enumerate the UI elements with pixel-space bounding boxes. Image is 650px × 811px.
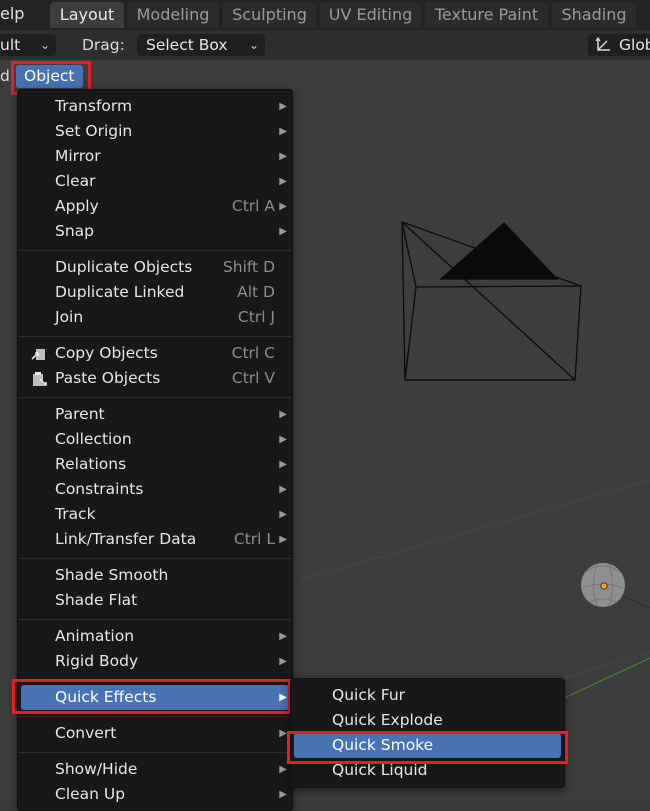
submenu-arrow-icon: ▶ xyxy=(279,101,287,112)
menu-item-rigid-body[interactable]: Rigid Body ▶ xyxy=(21,649,289,674)
drag-label: Drag: xyxy=(82,36,125,54)
menu-item-constraints[interactable]: Constraints ▶ xyxy=(21,477,289,502)
submenu-arrow-icon: ▶ xyxy=(279,151,287,162)
chevron-down-icon: ⌄ xyxy=(248,38,259,52)
tab-layout[interactable]: Layout xyxy=(50,2,124,28)
menu-item-clean-up[interactable]: Clean Up ▶ xyxy=(21,782,289,807)
submenu-arrow-icon: ▶ xyxy=(279,692,287,703)
menu-separator xyxy=(18,752,292,753)
paste-objects-icon xyxy=(33,372,47,386)
menu-item-transform[interactable]: Transform ▶ xyxy=(21,94,289,119)
menu-item-duplicate-objects[interactable]: Duplicate Objects Shift D xyxy=(21,255,289,280)
menu-separator xyxy=(18,716,292,717)
menu-item-join[interactable]: Join Ctrl J xyxy=(21,305,289,330)
menu-separator xyxy=(18,397,292,398)
menu-item-animation[interactable]: Animation ▶ xyxy=(21,624,289,649)
camera-object[interactable] xyxy=(401,221,582,381)
transform-orientation-dropdown[interactable]: Glob xyxy=(588,34,650,56)
copy-objects-icon xyxy=(31,349,45,360)
submenu-arrow-icon: ▶ xyxy=(279,409,287,420)
submenu-arrow-icon: ▶ xyxy=(279,631,287,642)
menu-item-paste-objects[interactable]: Paste Objects Ctrl V xyxy=(21,366,289,391)
menu-separator xyxy=(18,250,292,251)
submenu-arrow-icon: ▶ xyxy=(279,764,287,775)
light-object[interactable] xyxy=(581,563,625,607)
tab-modeling[interactable]: Modeling xyxy=(127,2,219,28)
submenu-arrow-icon: ▶ xyxy=(279,126,287,137)
menu-item-quick-explode[interactable]: Quick Explode xyxy=(294,708,561,733)
submenu-arrow-icon: ▶ xyxy=(279,176,287,187)
tab-shading[interactable]: Shading xyxy=(552,2,636,28)
object-menu-button[interactable]: Object xyxy=(16,65,83,88)
drag-select-value: Select Box xyxy=(146,36,228,54)
submenu-arrow-icon: ▶ xyxy=(279,226,287,237)
menu-separator xyxy=(18,558,292,559)
shortcut-label: Alt D xyxy=(237,283,275,301)
menu-item-convert[interactable]: Convert ▶ xyxy=(21,721,289,746)
shortcut-label: Ctrl A xyxy=(231,197,275,215)
menu-item-collection[interactable]: Collection ▶ xyxy=(21,427,289,452)
menu-item-track[interactable]: Track ▶ xyxy=(21,502,289,527)
object-menu: Transform ▶ Set Origin ▶ Mirror ▶ Clear ▶ Ap… xyxy=(17,89,293,811)
submenu-arrow-icon: ▶ xyxy=(279,534,287,545)
shortcut-label: Ctrl L xyxy=(233,530,275,548)
submenu-arrow-icon: ▶ xyxy=(279,789,287,800)
submenu-arrow-icon: ▶ xyxy=(279,459,287,470)
submenu-arrow-icon: ▶ xyxy=(279,484,287,495)
menu-separator xyxy=(18,680,292,681)
menu-item-quick-smoke[interactable]: Quick Smoke xyxy=(294,733,561,758)
shortcut-label: Ctrl V xyxy=(231,369,275,387)
menu-item-relations[interactable]: Relations ▶ xyxy=(21,452,289,477)
workspace-tab-bar: elp Layout Modeling Sculpting UV Editing… xyxy=(0,0,650,30)
submenu-arrow-icon: ▶ xyxy=(279,201,287,212)
menu-item-quick-fur[interactable]: Quick Fur xyxy=(294,683,561,708)
menu-item-quick-effects[interactable]: Quick Effects ▶ xyxy=(21,685,289,710)
menu-item-mirror[interactable]: Mirror ▶ xyxy=(21,144,289,169)
submenu-arrow-icon: ▶ xyxy=(279,434,287,445)
menu-item-copy-objects[interactable]: Copy Objects Ctrl C xyxy=(21,341,289,366)
help-menu[interactable]: elp xyxy=(0,0,24,28)
menu-separator xyxy=(18,619,292,620)
menu-item-shade-smooth[interactable]: Shade Smooth xyxy=(21,563,289,588)
menu-item-link-transfer-data[interactable]: Link/Transfer Data Ctrl L ▶ xyxy=(21,527,289,552)
menu-item-set-origin[interactable]: Set Origin ▶ xyxy=(21,119,289,144)
drag-select-dropdown[interactable]: Select Box ⌄ xyxy=(137,34,265,56)
shortcut-label: Ctrl C xyxy=(231,344,275,362)
mode-dropdown[interactable]: ult ⌄ xyxy=(0,34,56,56)
menu-item-show-hide[interactable]: Show/Hide ▶ xyxy=(21,757,289,782)
chevron-down-icon: ⌄ xyxy=(39,38,50,52)
menu-item-snap[interactable]: Snap ▶ xyxy=(21,219,289,244)
menu-separator xyxy=(18,336,292,337)
menu-item-apply[interactable]: Apply Ctrl A ▶ xyxy=(21,194,289,219)
menu-item-shade-flat[interactable]: Shade Flat xyxy=(21,588,289,613)
menu-item-parent[interactable]: Parent ▶ xyxy=(21,402,289,427)
viewport-mode-label: d xyxy=(0,67,10,85)
quick-effects-submenu: Quick Fur Quick Explode Quick Smoke Quic… xyxy=(290,678,565,788)
tab-sculpting[interactable]: Sculpting xyxy=(223,2,316,28)
shortcut-label: Shift D xyxy=(222,258,275,276)
submenu-arrow-icon: ▶ xyxy=(279,656,287,667)
menu-item-quick-liquid[interactable]: Quick Liquid xyxy=(294,758,561,783)
submenu-arrow-icon: ▶ xyxy=(279,509,287,520)
tab-uv-editing[interactable]: UV Editing xyxy=(320,2,421,28)
x-axis-line xyxy=(559,657,650,701)
tab-texture-paint[interactable]: Texture Paint xyxy=(425,2,548,28)
mode-dropdown-label: ult xyxy=(0,36,21,54)
tool-header: ult ⌄ Drag: Select Box ⌄ Glob xyxy=(0,30,650,60)
submenu-arrow-icon: ▶ xyxy=(279,728,287,739)
orientation-value: Glob xyxy=(619,36,650,54)
shortcut-label: Ctrl J xyxy=(237,308,275,326)
menu-item-clear[interactable]: Clear ▶ xyxy=(21,169,289,194)
orientation-icon xyxy=(595,37,610,51)
menu-item-duplicate-linked[interactable]: Duplicate Linked Alt D xyxy=(21,280,289,305)
